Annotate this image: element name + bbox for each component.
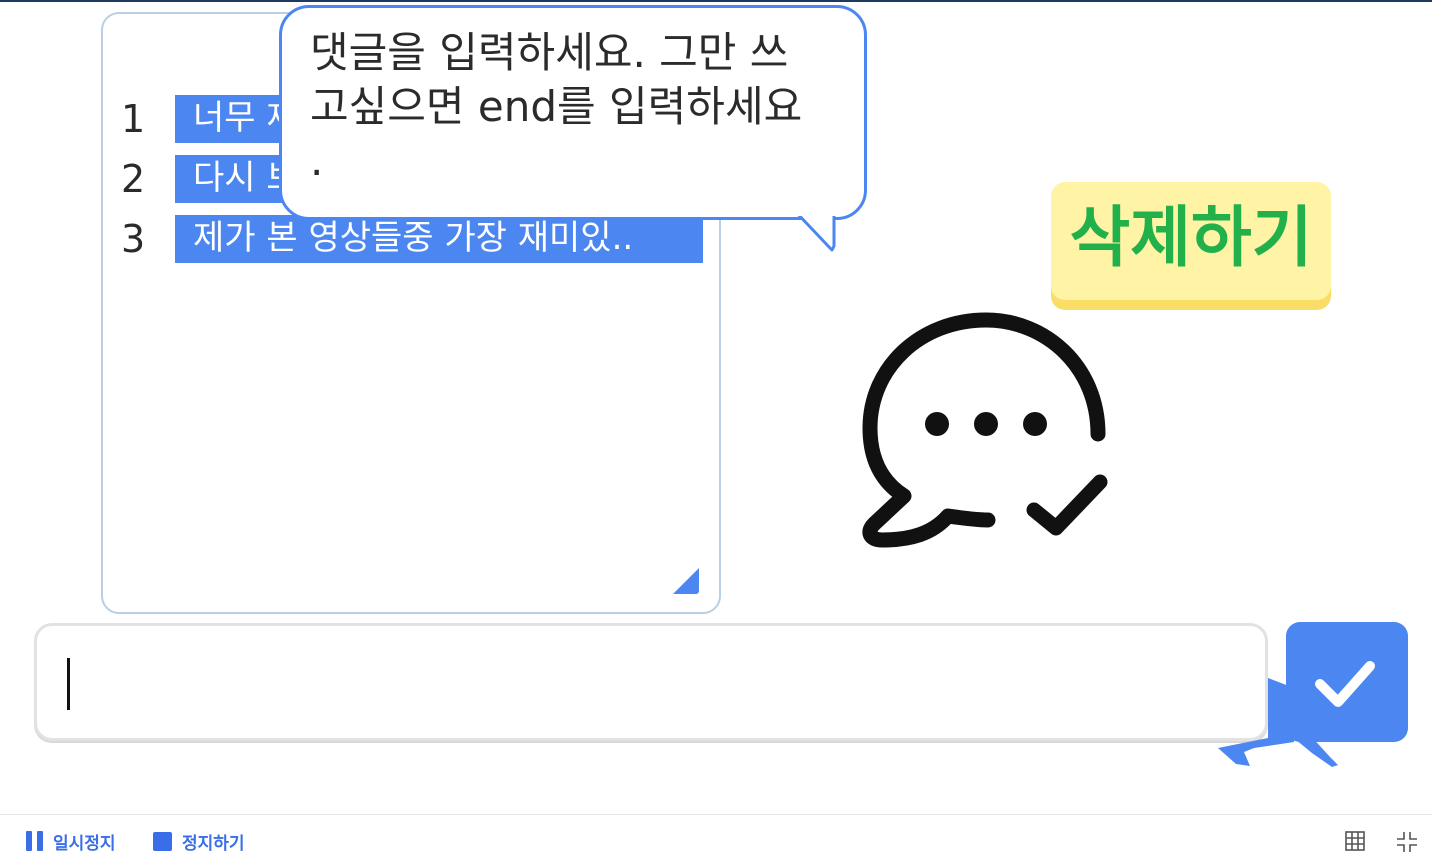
- send-button-tail-icon: [1290, 735, 1338, 767]
- list-item-text[interactable]: 제가 본 영상들중 가장 재미있..: [175, 215, 703, 263]
- resize-handle-icon[interactable]: [673, 568, 699, 594]
- prompt-speech-bubble: 댓글을 입력하세요. 그만 쓰 고싶으면 end를 입력하세요 .: [279, 5, 867, 220]
- list-item-index: 3: [121, 217, 146, 261]
- player-toolbar: 일시정지 정지하기: [0, 814, 1432, 863]
- delete-button[interactable]: 삭제하기: [1051, 182, 1331, 300]
- check-icon: [1315, 661, 1375, 707]
- input-speech-tail-icon: [1218, 678, 1294, 766]
- pause-button[interactable]: 일시정지: [26, 829, 116, 854]
- exit-fullscreen-icon[interactable]: [1396, 831, 1418, 853]
- pause-label: 일시정지: [53, 833, 116, 854]
- delete-button-label: 삭제하기: [1069, 199, 1313, 276]
- top-border: [0, 0, 1432, 2]
- stop-label: 정지하기: [182, 833, 245, 854]
- comment-input[interactable]: [34, 623, 1268, 741]
- chat-bubble-check-icon: [862, 312, 1108, 548]
- grid-icon[interactable]: [1345, 831, 1365, 851]
- prompt-text: 댓글을 입력하세요. 그만 쓰 고싶으면 end를 입력하세요 .: [310, 28, 803, 185]
- stop-icon: [153, 831, 172, 851]
- pause-icon: [26, 831, 43, 851]
- send-button[interactable]: [1286, 622, 1408, 742]
- speech-bubble-tail-icon: [790, 210, 836, 252]
- stop-button[interactable]: 정지하기: [153, 829, 245, 854]
- list-item-index: 1: [121, 97, 146, 141]
- text-caret: [67, 658, 70, 710]
- list-item-index: 2: [121, 157, 146, 201]
